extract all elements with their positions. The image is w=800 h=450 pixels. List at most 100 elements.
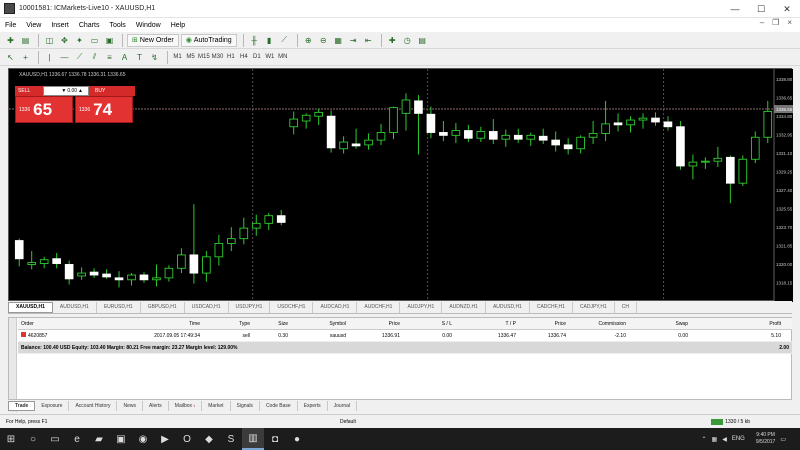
trendline-icon[interactable]: ⟋ <box>73 51 86 64</box>
menu-charts[interactable]: Charts <box>74 22 105 29</box>
tab-news[interactable]: News <box>117 400 143 411</box>
table-row[interactable]: 4620857 2017.09.05 17:49:34 sell 0.30 xa… <box>18 330 792 342</box>
network-icon[interactable]: ▦ <box>712 436 718 443</box>
cursor-icon[interactable]: ↖ <box>4 51 17 64</box>
timeframe-m1[interactable]: M1 <box>172 51 183 64</box>
fibonacci-icon[interactable]: ≡ <box>103 51 116 64</box>
menu-help[interactable]: Help <box>166 22 190 29</box>
tab-audchf-h1[interactable]: AUDCHF,H1 <box>357 301 401 313</box>
templates-icon[interactable]: ▤ <box>416 34 429 47</box>
periods-icon[interactable]: ◷ <box>401 34 414 47</box>
horizontal-line-icon[interactable]: — <box>58 51 71 64</box>
tab-mailbox[interactable]: Mailbox 1 <box>169 400 203 411</box>
tab-xauusd-h1[interactable]: XAUUSD,H1 <box>8 301 53 313</box>
timeframe-d1[interactable]: D1 <box>251 51 262 64</box>
tab-cadjpy-h1[interactable]: CADJPY,H1 <box>573 301 615 313</box>
col-price[interactable]: Price <box>349 321 403 327</box>
tab-signals[interactable]: Signals <box>231 400 260 411</box>
tab-journal[interactable]: Journal <box>328 400 358 411</box>
candlestick-icon[interactable]: ▮ <box>263 34 276 47</box>
timeframe-m5[interactable]: M5 <box>185 51 196 64</box>
timeframe-m30[interactable]: M30 <box>212 51 224 64</box>
timeframe-mn[interactable]: MN <box>277 51 288 64</box>
tab-audjpy-h1[interactable]: AUDJPY,H1 <box>400 301 443 313</box>
maximize-button[interactable]: ☐ <box>748 0 774 18</box>
col-size[interactable]: Size <box>253 321 291 327</box>
data-window-icon[interactable]: ✥ <box>58 34 71 47</box>
tab-audusd-h1[interactable]: AUDUSD,H1 <box>53 301 97 313</box>
new-chart-icon[interactable]: ✚ <box>4 34 17 47</box>
menu-view[interactable]: View <box>21 22 46 29</box>
mdi-restore-icon[interactable]: ❐ <box>768 18 783 27</box>
notification-icon[interactable]: ▭ <box>780 436 786 443</box>
market-watch-icon[interactable]: ◫ <box>43 34 56 47</box>
col-current-price[interactable]: Price <box>519 321 569 327</box>
autotrading-button[interactable]: ◉ AutoTrading <box>180 33 237 47</box>
volume-icon[interactable]: ◀ <box>722 436 727 443</box>
camera-icon[interactable]: ◘ <box>264 428 286 450</box>
edge-icon[interactable]: e <box>66 428 88 450</box>
zoom-out-icon[interactable]: ⊖ <box>317 34 330 47</box>
new-order-button[interactable]: ⊞ New Order <box>127 33 179 47</box>
col-order[interactable]: Order <box>18 321 78 327</box>
close-button[interactable]: ✕ <box>774 0 800 18</box>
tab-eurusd-h1[interactable]: EURUSD,H1 <box>97 301 141 313</box>
tab-trade[interactable]: Trade <box>8 400 36 411</box>
start-icon[interactable]: ⊞ <box>0 428 22 450</box>
tab-exposure[interactable]: Exposure <box>35 400 70 411</box>
tab-usdjpy-h1[interactable]: USDJPY,H1 <box>229 301 271 313</box>
tab-audnzd-h1[interactable]: AUDNZD,H1 <box>442 301 486 313</box>
indicators-icon[interactable]: ✚ <box>386 34 399 47</box>
terminal-icon[interactable]: ▭ <box>88 34 101 47</box>
language-indicator[interactable]: ENG <box>732 436 745 442</box>
tab-ch[interactable]: CH <box>615 301 638 313</box>
chart-shift-icon[interactable]: ⇤ <box>362 34 375 47</box>
lot-size-field[interactable]: ▼ 0.00 ▲ <box>43 86 89 96</box>
tab-cadchf-h1[interactable]: CADCHF,H1 <box>530 301 573 313</box>
menu-insert[interactable]: Insert <box>46 22 74 29</box>
timeframe-m15[interactable]: M15 <box>198 51 210 64</box>
tab-usdchf-h1[interactable]: USDCHF,H1 <box>270 301 314 313</box>
lot-increase-icon[interactable]: ▲ <box>78 88 83 94</box>
col-type[interactable]: Type <box>203 321 253 327</box>
search-icon[interactable]: ○ <box>22 428 44 450</box>
minimize-button[interactable]: — <box>722 0 748 18</box>
mdi-close-icon[interactable]: × <box>783 18 796 27</box>
bar-chart-icon[interactable]: ╫ <box>248 34 261 47</box>
mdi-minimize-icon[interactable]: ‒ <box>756 18 768 27</box>
buy-price-button[interactable]: 1336 74 <box>75 96 133 123</box>
channel-icon[interactable]: ⫽ <box>88 51 101 64</box>
tab-usdcad-h1[interactable]: USDCAD,H1 <box>185 301 229 313</box>
metatrader-taskbar-icon[interactable]: ▥ <box>242 428 264 450</box>
crosshair-icon[interactable]: + <box>19 51 32 64</box>
tab-alerts[interactable]: Alerts <box>143 400 169 411</box>
tab-audusd-h1-2[interactable]: AUDUSD,H1 <box>486 301 530 313</box>
col-symbol[interactable]: Symbol <box>291 321 349 327</box>
task-view-icon[interactable]: ▭ <box>44 428 66 450</box>
col-commission[interactable]: Commission <box>569 321 629 327</box>
opera-icon[interactable]: O <box>176 428 198 450</box>
vertical-line-icon[interactable]: | <box>43 51 56 64</box>
app-icon-green[interactable]: ● <box>286 428 308 450</box>
arrows-icon[interactable]: ↯ <box>148 51 161 64</box>
skype-icon[interactable]: S <box>220 428 242 450</box>
terminal-side-handle[interactable] <box>9 318 17 412</box>
line-chart-icon[interactable]: ⟋ <box>278 34 291 47</box>
navigator-icon[interactable]: ✦ <box>73 34 86 47</box>
tab-market[interactable]: Market <box>202 400 231 411</box>
col-tp[interactable]: T / P <box>455 321 519 327</box>
lot-decrease-icon[interactable]: ▼ <box>61 88 66 94</box>
timeframe-h1[interactable]: H1 <box>225 51 236 64</box>
tray-chevron-icon[interactable]: ⌃ <box>702 436 707 443</box>
timeframe-w1[interactable]: W1 <box>264 51 275 64</box>
auto-scroll-icon[interactable]: ⇥ <box>347 34 360 47</box>
app-icon-blue[interactable]: ◆ <box>198 428 220 450</box>
tab-experts[interactable]: Experts <box>298 400 328 411</box>
menu-window[interactable]: Window <box>131 22 166 29</box>
col-sl[interactable]: S / L <box>403 321 455 327</box>
media-icon[interactable]: ▶ <box>154 428 176 450</box>
col-swap[interactable]: Swap <box>629 321 691 327</box>
tab-audcad-h1[interactable]: AUDCAD,H1 <box>313 301 358 313</box>
tab-account-history[interactable]: Account History <box>69 400 118 411</box>
zoom-in-icon[interactable]: ⊕ <box>302 34 315 47</box>
